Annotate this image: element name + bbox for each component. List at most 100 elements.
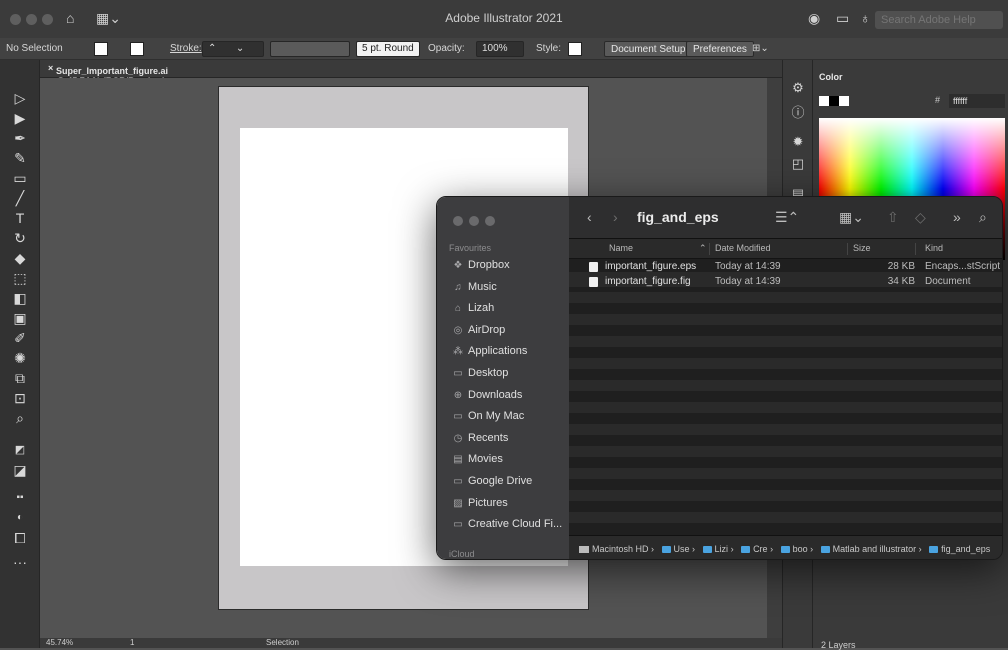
path-segment[interactable]: boo <box>793 544 808 554</box>
path-segment[interactable]: Macintosh HD <box>592 544 649 554</box>
arrange-icon[interactable]: ⊞⌄ <box>752 43 769 54</box>
back-icon[interactable]: ‹ <box>587 209 592 225</box>
blend-tool-icon[interactable]: ⧉ <box>10 368 30 388</box>
arrange-documents-icon[interactable]: ▭ <box>836 10 849 27</box>
stroke-swatch[interactable] <box>130 42 144 56</box>
search-adobe-help-input[interactable] <box>875 11 1003 29</box>
share-icon[interactable]: ⇧ <box>887 209 899 226</box>
status-tool[interactable]: Selection <box>266 638 299 647</box>
file-row[interactable]: important_figure.fig Today at 14:39 34 K… <box>569 276 1002 287</box>
screen-mode-icon[interactable]: ⧠ <box>10 528 30 548</box>
path-segment[interactable]: fig_and_eps <box>941 544 990 554</box>
more-icon[interactable]: » <box>953 209 961 225</box>
swap-colors-icon[interactable]: ◩ <box>10 440 30 460</box>
layers-count: 2 Layers <box>821 640 856 650</box>
eyedropper-tool-icon[interactable]: ✐ <box>10 328 30 348</box>
fill-stroke-swatches[interactable] <box>819 96 849 106</box>
stroke-weight-field[interactable]: ⌃ ⌄ <box>202 41 264 57</box>
sidebar-item[interactable]: ▤ Movies <box>451 453 567 469</box>
folder-icon: ▭ <box>453 519 463 531</box>
appearance-icon[interactable]: ✹ <box>790 134 806 150</box>
eraser-tool-icon[interactable]: ◆ <box>10 248 30 268</box>
sidebar-item[interactable]: ⁂ Applications <box>451 345 567 361</box>
forward-icon[interactable]: › <box>613 209 618 225</box>
free-transform-tool-icon[interactable]: ⬚ <box>10 268 30 288</box>
zoom-tool-icon[interactable]: ⌕ <box>10 408 30 428</box>
status-bar: 45.74% 1 Selection <box>40 638 782 648</box>
paintbrush-tool-icon[interactable]: ╱ <box>10 188 30 208</box>
color-panel-tab[interactable]: Color <box>819 72 843 82</box>
pen-tool-icon[interactable]: ✒ <box>10 128 30 148</box>
sidebar-item[interactable]: ⊕ Downloads <box>451 389 567 405</box>
zoom-level[interactable]: 45.74% <box>46 638 73 647</box>
variable-width-profile[interactable] <box>270 41 350 57</box>
style-swatch[interactable] <box>568 42 582 56</box>
sidebar-item[interactable]: ❖ Dropbox <box>451 259 567 275</box>
transform-icon[interactable]: ◰ <box>790 156 806 172</box>
shape-builder-tool-icon[interactable]: ◧ <box>10 288 30 308</box>
edit-toolbar-icon[interactable]: ··· <box>10 552 30 572</box>
column-date[interactable]: Date Modified <box>715 243 771 253</box>
opacity-field[interactable]: 100% <box>476 41 524 57</box>
sidebar-item[interactable]: ▭ Google Drive <box>451 475 567 491</box>
type-tool-icon[interactable]: T <box>10 208 30 228</box>
stroke-label[interactable]: Stroke: <box>170 43 202 54</box>
properties-icon[interactable]: ⚙ <box>790 80 806 96</box>
film-icon: ▤ <box>453 454 463 466</box>
brush-definition-dropdown[interactable]: 5 pt. Round <box>356 41 420 57</box>
sidebar-item[interactable]: ♫ Music <box>451 281 567 297</box>
finder-folder-title: fig_and_eps <box>637 209 719 225</box>
sidebar-item[interactable]: ▭ Desktop <box>451 367 567 383</box>
airdrop-icon: ◎ <box>453 324 463 336</box>
sidebar-item[interactable]: ▭ Creative Cloud Fi... <box>451 518 567 534</box>
sort-chevron-icon[interactable]: ⌃ <box>699 243 707 254</box>
music-icon: ♫ <box>454 281 462 293</box>
gradient-tool-icon[interactable]: ▣ <box>10 308 30 328</box>
folder-icon: ▭ <box>453 476 463 487</box>
column-size[interactable]: Size <box>853 243 871 253</box>
finder-close-button[interactable] <box>453 216 463 226</box>
finder-minimize-button[interactable] <box>469 216 479 226</box>
sidebar-item[interactable]: ⌂ Lizah <box>451 302 567 318</box>
rectangle-tool-icon[interactable]: ▭ <box>10 168 30 188</box>
preferences-button[interactable]: Preferences <box>686 41 754 57</box>
finder-zoom-button[interactable] <box>485 216 495 226</box>
curvature-tool-icon[interactable]: ✎ <box>10 148 30 168</box>
fill-stroke-icon[interactable]: ◪ <box>10 460 30 480</box>
column-name[interactable]: Name <box>609 243 633 253</box>
draw-mode-icon[interactable]: ◐ <box>10 508 30 528</box>
tag-icon[interactable]: ◇ <box>915 209 926 226</box>
artboard-number[interactable]: 1 <box>130 638 134 647</box>
account-icon[interactable]: ◉ <box>808 10 820 27</box>
artboard-tool-icon[interactable]: ⊡ <box>10 388 30 408</box>
file-row[interactable]: important_figure.eps Today at 14:39 28 K… <box>569 261 1002 272</box>
sidebar-item[interactable]: ◎ AirDrop <box>451 324 567 340</box>
fill-swatch[interactable] <box>94 42 108 56</box>
path-segment[interactable]: Lizi <box>715 544 729 554</box>
direct-selection-tool-icon[interactable]: ▶ <box>10 108 30 128</box>
sidebar-item-label: Music <box>468 280 497 293</box>
info-icon[interactable]: ⓘ <box>790 102 806 120</box>
color-mode-icon[interactable]: ▪▪ <box>10 488 30 508</box>
symbol-sprayer-tool-icon[interactable]: ✺ <box>10 348 30 368</box>
selection-tool-icon[interactable]: ▷ <box>10 88 30 108</box>
hex-input[interactable] <box>949 94 1005 108</box>
column-kind[interactable]: Kind <box>925 243 943 253</box>
sidebar-item-label: Downloads <box>468 388 523 401</box>
clock-icon: ◷ <box>453 432 463 444</box>
path-segment[interactable]: Cre <box>753 544 768 554</box>
sidebar-item[interactable]: ◷ Recents <box>451 432 567 448</box>
document-tab[interactable]: × Super_Important_figure.ai @ 45.74 % (R… <box>40 60 782 86</box>
sidebar-item-label: Pictures <box>468 496 508 509</box>
document-setup-button[interactable]: Document Setup <box>604 41 693 57</box>
group-icon[interactable]: ▦⌄ <box>839 209 864 226</box>
finder-search-icon[interactable]: ⌕ <box>979 209 987 226</box>
list-view-icon[interactable]: ☰⌃ <box>775 209 799 226</box>
path-segment[interactable]: Matlab and illustrator <box>833 544 917 554</box>
rotate-tool-icon[interactable]: ↻ <box>10 228 30 248</box>
path-segment[interactable]: Use <box>674 544 690 554</box>
lightbulb-icon[interactable]: ♁ <box>860 10 871 26</box>
sidebar-item-label: Lizah <box>468 302 495 315</box>
sidebar-item[interactable]: ▨ Pictures <box>451 497 567 513</box>
sidebar-item[interactable]: ▭ On My Mac <box>451 410 567 426</box>
